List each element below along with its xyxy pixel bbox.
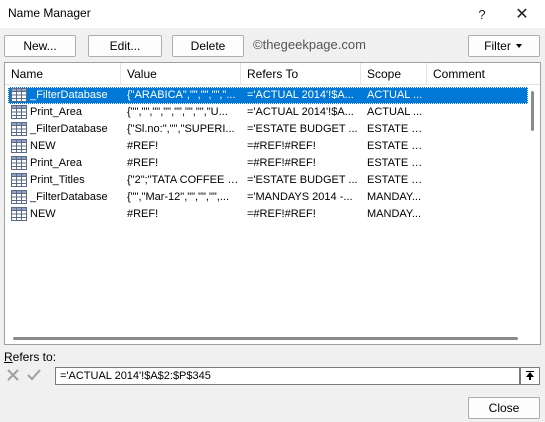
row-value-cell: {"","","","","","","","U...	[127, 106, 228, 118]
row-comment-cell	[433, 155, 523, 172]
collapse-dialog-button[interactable]	[520, 367, 540, 385]
edit-button[interactable]: Edit...	[88, 35, 162, 57]
refers-to-input[interactable]	[55, 367, 520, 385]
row-comment-cell	[433, 87, 523, 104]
named-range-icon	[11, 207, 27, 221]
row-value-cell: #REF!	[127, 208, 159, 220]
window-close-button[interactable]: ✕	[502, 0, 542, 28]
vertical-scroll-thumb[interactable]	[531, 91, 534, 131]
filter-dropdown-icon	[515, 44, 522, 48]
row-value-cell: #REF!	[127, 157, 159, 169]
row-name-cell: NEW	[30, 208, 56, 220]
table-row[interactable]: Print_Titles {"2";"TATA COFFEE L... ='ESTA…	[8, 172, 528, 189]
row-scope-cell: ESTATE B...	[367, 174, 427, 186]
row-name-cell: _FilterDatabase	[30, 123, 108, 135]
table-row[interactable]: NEW #REF! =#REF!#REF! MANDAY...	[8, 206, 528, 223]
row-refers-to-cell: ='ESTATE BUDGET ...	[247, 174, 358, 186]
edit-button-label: Edit...	[109, 39, 141, 53]
column-header-comment[interactable]: Comment	[427, 63, 525, 85]
row-name-cell: Print_Titles	[30, 174, 85, 186]
row-name-cell: _FilterDatabase	[30, 89, 108, 101]
named-range-icon	[11, 190, 27, 204]
horizontal-scroll-thumb[interactable]	[13, 337, 518, 340]
named-range-icon	[11, 105, 27, 119]
list-rows: _FilterDatabase {"ARABICA","","","","... =…	[8, 87, 528, 223]
row-scope-cell: ACTUAL ...	[367, 106, 423, 118]
help-button[interactable]: ?	[462, 0, 502, 28]
filter-button[interactable]: Filter	[468, 35, 540, 57]
row-scope-cell: ESTATE B...	[367, 140, 427, 152]
new-button[interactable]: New...	[4, 35, 76, 57]
named-range-icon	[11, 122, 27, 136]
row-refers-to-cell: =#REF!#REF!	[247, 157, 316, 169]
row-comment-cell	[433, 172, 523, 189]
list-header: Name Value Refers To Scope Comment	[5, 63, 540, 85]
refers-to-label: Refers to:	[4, 350, 57, 364]
row-refers-to-cell: ='MANDAYS 2014 -...	[247, 191, 353, 203]
column-header-value[interactable]: Value	[121, 63, 241, 85]
collapse-arrow-icon	[526, 371, 534, 380]
row-scope-cell: ACTUAL ...	[367, 89, 423, 101]
row-comment-cell	[433, 121, 523, 138]
table-row[interactable]: Print_Area #REF! =#REF!#REF! ESTATE B...	[8, 155, 528, 172]
row-value-cell: {"ARABICA","","","","...	[127, 89, 236, 101]
close-button[interactable]: Close	[468, 397, 540, 419]
filter-button-label: Filter	[484, 39, 511, 53]
horizontal-scrollbar[interactable]	[7, 333, 527, 343]
row-refers-to-cell: ='ESTATE BUDGET ...	[247, 123, 358, 135]
row-value-cell: #REF!	[127, 140, 159, 152]
watermark: ©thegeekpage.com	[253, 37, 366, 52]
row-comment-cell	[433, 138, 523, 155]
table-row[interactable]: _FilterDatabase {"","Mar-12","","","",...…	[8, 189, 528, 206]
delete-button-label: Delete	[190, 39, 226, 53]
row-refers-to-cell: ='ACTUAL 2014'!$A...	[247, 89, 354, 101]
named-range-icon	[11, 156, 27, 170]
row-scope-cell: ESTATE B...	[367, 157, 427, 169]
row-refers-to-cell: =#REF!#REF!	[247, 208, 316, 220]
column-header-scope[interactable]: Scope	[361, 63, 427, 85]
window-title: Name Manager	[8, 6, 91, 20]
new-button-label: New...	[23, 39, 57, 53]
row-name-cell: Print_Area	[30, 157, 82, 169]
named-range-icon	[11, 173, 27, 187]
row-value-cell: {"","Mar-12","","","",...	[127, 191, 230, 203]
row-scope-cell: MANDAY...	[367, 208, 421, 220]
close-button-label: Close	[488, 401, 520, 415]
row-scope-cell: MANDAY...	[367, 191, 421, 203]
named-range-icon	[11, 88, 27, 102]
table-row[interactable]: NEW #REF! =#REF!#REF! ESTATE B...	[8, 138, 528, 155]
row-comment-cell	[433, 206, 523, 223]
delete-button[interactable]: Delete	[172, 35, 244, 57]
row-name-cell: NEW	[30, 140, 56, 152]
column-header-name[interactable]: Name	[5, 63, 121, 85]
row-comment-cell	[433, 189, 523, 206]
table-row[interactable]: _FilterDatabase {"ARABICA","","","","... =…	[8, 87, 528, 104]
title-bar: Name Manager ? ✕	[0, 0, 545, 28]
confirm-edit-icon[interactable]	[25, 366, 43, 384]
row-comment-cell	[433, 104, 523, 121]
table-row[interactable]: _FilterDatabase {"Sl.no:","","SUPERI... ='…	[8, 121, 528, 138]
row-scope-cell: ESTATE B...	[367, 123, 427, 135]
column-header-refers-to[interactable]: Refers To	[241, 63, 361, 85]
row-value-cell: {"Sl.no:","","SUPERI...	[127, 123, 235, 135]
cancel-edit-icon[interactable]	[4, 366, 22, 384]
table-row[interactable]: Print_Area {"","","","","","","","U... ='A…	[8, 104, 528, 121]
vertical-scrollbar[interactable]	[528, 87, 538, 332]
names-list[interactable]: Name Value Refers To Scope Comment _Filt…	[4, 62, 541, 345]
row-name-cell: _FilterDatabase	[30, 191, 108, 203]
row-refers-to-cell: =#REF!#REF!	[247, 140, 316, 152]
row-value-cell: {"2";"TATA COFFEE L...	[127, 174, 239, 186]
row-refers-to-cell: ='ACTUAL 2014'!$A...	[247, 106, 354, 118]
named-range-icon	[11, 139, 27, 153]
row-name-cell: Print_Area	[30, 106, 82, 118]
